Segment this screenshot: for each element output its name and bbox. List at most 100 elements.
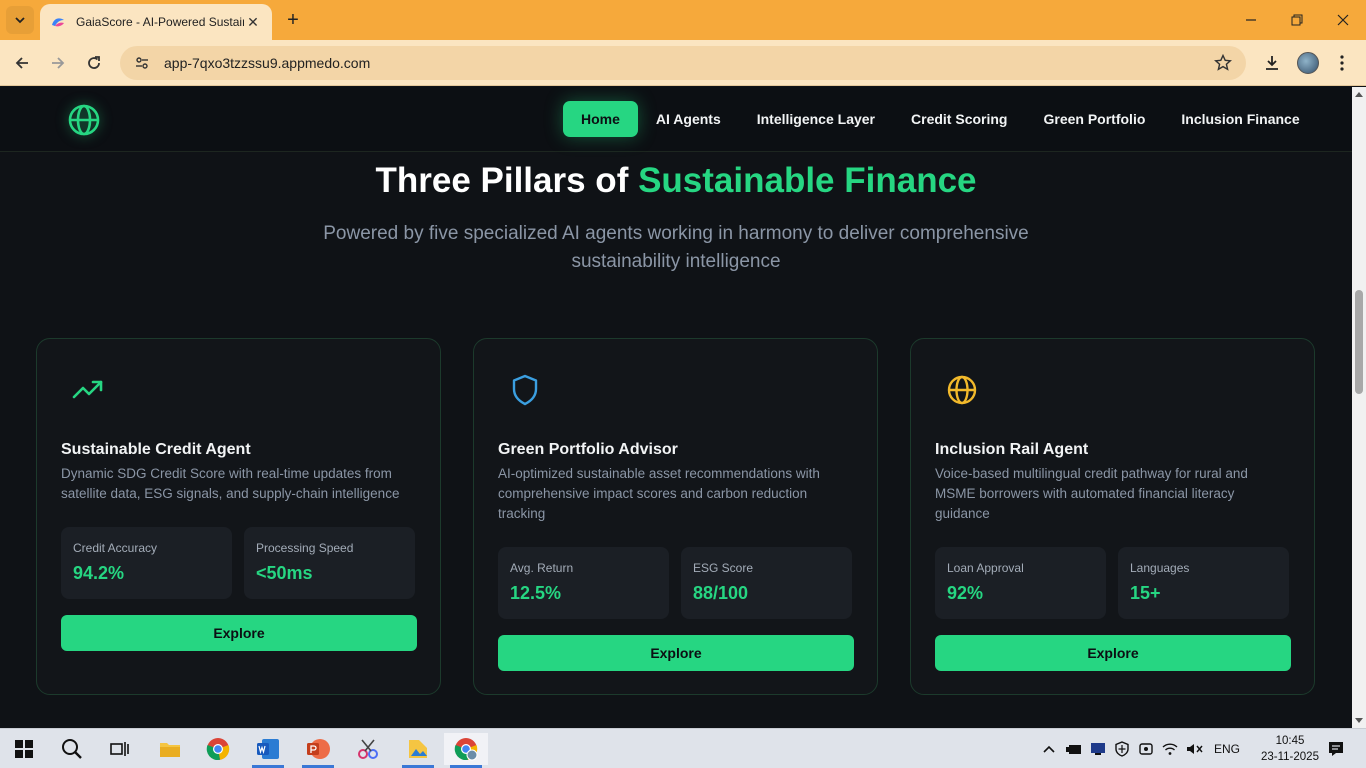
scroll-down-arrow-icon[interactable]: [1355, 718, 1363, 723]
card-description: Dynamic SDG Credit Score with real-time …: [61, 466, 400, 501]
stat-label: Loan Approval: [947, 561, 1024, 575]
restore-button[interactable]: [1274, 0, 1320, 40]
word-icon: [257, 739, 279, 759]
main-nav: Home AI Agents Intelligence Layer Credit…: [563, 101, 1318, 137]
site-favicon-icon: [52, 18, 64, 27]
nav-ai-agents[interactable]: AI Agents: [638, 101, 739, 137]
monitor-icon[interactable]: [1090, 742, 1106, 756]
explore-button[interactable]: Explore: [61, 615, 417, 651]
battery-charging-icon[interactable]: [1066, 742, 1082, 756]
chrome-icon: [206, 738, 230, 761]
arrow-left-icon: [15, 57, 28, 69]
url-text: app-7qxo3tzzssu9.appmedo.com: [164, 55, 371, 71]
stat-box: Credit Accuracy 94.2%: [61, 527, 232, 599]
stat-label: Languages: [1130, 561, 1190, 575]
chrome-profile-icon: [454, 738, 478, 761]
card-title: Green Portfolio Advisor: [498, 441, 678, 458]
nav-green-portfolio[interactable]: Green Portfolio: [1025, 101, 1163, 137]
explore-button[interactable]: Explore: [498, 635, 854, 671]
wifi-icon[interactable]: [1162, 742, 1178, 756]
file-explorer-button[interactable]: [148, 733, 192, 765]
file-manager-button[interactable]: [396, 733, 440, 768]
windows-taskbar: ENG 10:45 23-11-2025: [0, 728, 1366, 768]
avatar: [1297, 52, 1319, 74]
arrow-right-icon: [52, 57, 65, 69]
nav-inclusion-finance[interactable]: Inclusion Finance: [1163, 101, 1317, 137]
page-viewport: Home AI Agents Intelligence Layer Credit…: [0, 87, 1352, 728]
new-tab-button[interactable]: +: [282, 9, 304, 31]
stat-box: Avg. Return 12.5%: [498, 547, 669, 619]
notification-icon: [1329, 742, 1343, 756]
scissors-icon: [358, 739, 378, 759]
clock-time: 10:45: [1275, 735, 1305, 747]
globe-icon: [947, 375, 977, 405]
word-button[interactable]: [246, 733, 290, 768]
tab-title: GaiaScore - AI-Powered Sustain: [76, 15, 244, 29]
reload-icon: [88, 56, 100, 69]
chrome-active-button[interactable]: [444, 733, 488, 768]
snipping-tool-button[interactable]: [346, 733, 390, 765]
chrome-button[interactable]: [196, 733, 240, 765]
card-inclusion-rail-agent: Inclusion Rail Agent Voice-based multili…: [910, 338, 1315, 695]
input-language[interactable]: ENG: [1214, 742, 1240, 756]
card-description: Voice-based multilingual credit pathway …: [935, 466, 1248, 521]
stat-value: <50ms: [256, 563, 313, 583]
stat-value: 12.5%: [510, 583, 562, 603]
minimize-icon: [1246, 19, 1256, 21]
restore-icon: [1291, 14, 1303, 26]
folder-icon: [160, 743, 180, 757]
nav-intelligence-layer[interactable]: Intelligence Layer: [739, 101, 893, 137]
section-title-plain: Three Pillars of: [375, 161, 639, 200]
browser-tab[interactable]: GaiaScore - AI-Powered Sustain ✕: [40, 4, 272, 40]
task-view-button[interactable]: [98, 733, 142, 765]
scrollbar-thumb[interactable]: [1355, 290, 1363, 394]
downloads-button[interactable]: [1258, 49, 1286, 77]
site-info-icon[interactable]: [132, 53, 152, 73]
taskbar-clock[interactable]: 10:45 23-11-2025: [1258, 733, 1322, 765]
download-icon: [1266, 56, 1278, 70]
back-button[interactable]: [8, 49, 36, 77]
section-title-accent: Sustainable Finance: [638, 161, 977, 200]
browser-menu-button[interactable]: [1328, 49, 1356, 77]
stat-label: ESG Score: [693, 561, 754, 575]
tab-search-button[interactable]: [6, 6, 34, 34]
tab-close-icon[interactable]: ✕: [244, 13, 262, 31]
security-shield-icon[interactable]: [1114, 741, 1130, 757]
card-description: AI-optimized sustainable asset recommend…: [498, 466, 820, 521]
browser-toolbar: app-7qxo3tzzssu9.appmedo.com: [0, 40, 1366, 86]
meet-now-icon[interactable]: [1138, 741, 1154, 757]
powerpoint-button[interactable]: [296, 733, 340, 768]
reload-button[interactable]: [80, 49, 108, 77]
stat-label: Processing Speed: [256, 541, 354, 555]
volume-muted-icon[interactable]: [1186, 742, 1204, 756]
page-scrollbar[interactable]: [1352, 87, 1366, 728]
address-bar[interactable]: app-7qxo3tzzssu9.appmedo.com: [120, 46, 1246, 80]
notifications-button[interactable]: [1322, 729, 1350, 768]
close-window-button[interactable]: [1320, 0, 1366, 40]
explore-button[interactable]: Explore: [935, 635, 1291, 671]
globe-logo-icon[interactable]: [66, 102, 102, 138]
stat-label: Avg. Return: [510, 561, 574, 575]
search-button[interactable]: [50, 733, 94, 765]
stat-value: 88/100: [693, 583, 749, 603]
start-button[interactable]: [2, 733, 46, 765]
stat-box: Processing Speed <50ms: [244, 527, 415, 599]
stat-box: Loan Approval 92%: [935, 547, 1106, 619]
clock-date: 23-11-2025: [1261, 751, 1319, 763]
profile-button[interactable]: [1294, 49, 1322, 77]
forward-button[interactable]: [44, 49, 72, 77]
close-icon: [1337, 14, 1349, 26]
powerpoint-icon: [307, 739, 330, 759]
scroll-up-arrow-icon[interactable]: [1355, 92, 1363, 97]
windows-logo-icon: [15, 740, 33, 758]
chevron-up-icon[interactable]: [1042, 744, 1056, 754]
card-title: Inclusion Rail Agent: [935, 441, 1089, 458]
more-vertical-icon: [1340, 55, 1344, 71]
minimize-button[interactable]: [1228, 0, 1274, 40]
nav-credit-scoring[interactable]: Credit Scoring: [893, 101, 1025, 137]
nav-home[interactable]: Home: [563, 101, 638, 137]
section-title: Three Pillars of Sustainable Finance: [0, 161, 1352, 201]
bookmark-star-icon[interactable]: [1214, 54, 1232, 72]
site-header: Home AI Agents Intelligence Layer Credit…: [0, 87, 1352, 152]
chevron-down-icon: [15, 17, 25, 24]
